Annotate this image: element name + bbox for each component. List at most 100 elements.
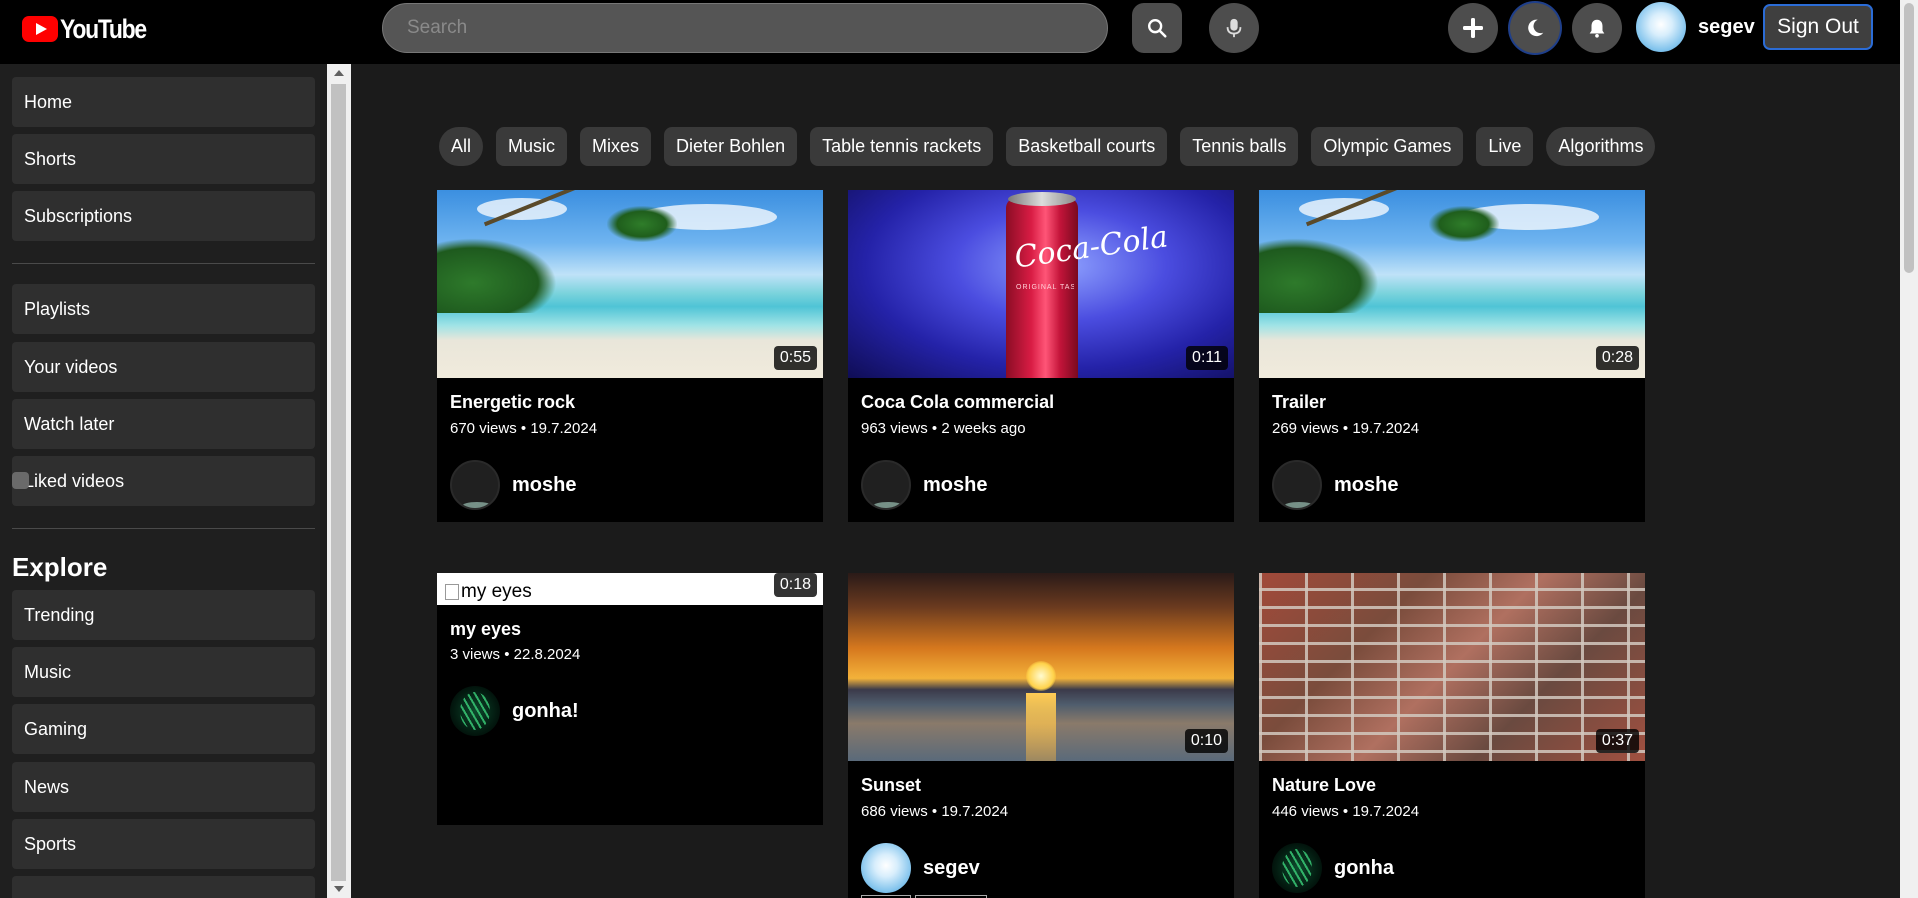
channel-name[interactable]: moshe xyxy=(512,474,576,497)
video-card[interactable]: 0:28 Trailer 269 views • 19.7.2024 moshe xyxy=(1259,190,1645,522)
video-thumbnail[interactable]: my eyes 0:18 xyxy=(437,573,823,605)
dark-mode-toggle[interactable] xyxy=(1510,3,1560,53)
sidebar-item-trending[interactable]: Trending xyxy=(12,590,315,640)
video-title[interactable]: Coca Cola commercial xyxy=(861,392,1054,413)
moon-icon xyxy=(1528,19,1544,37)
scroll-down-arrow-icon[interactable] xyxy=(334,886,344,892)
page-scrollbar[interactable] xyxy=(1900,0,1918,898)
channel-name[interactable]: moshe xyxy=(1334,474,1398,497)
video-title[interactable]: Sunset xyxy=(861,775,921,796)
chip-all[interactable]: All xyxy=(439,127,484,166)
channel-name[interactable]: gonha xyxy=(1334,857,1394,880)
explore-heading: Explore xyxy=(12,552,108,582)
search-button[interactable] xyxy=(1132,3,1182,53)
channel-avatar[interactable] xyxy=(1272,843,1322,893)
sidebar-item-gaming[interactable]: Gaming xyxy=(12,704,315,754)
video-views: 963 views xyxy=(861,420,928,437)
video-views: 269 views xyxy=(1272,420,1339,437)
video-meta: 3 views • 22.8.2024 xyxy=(450,646,580,663)
thumb-can-subtext: ORIGINAL TASTE xyxy=(1016,284,1074,291)
chip-algorithms[interactable]: Algorithms xyxy=(1546,127,1656,166)
video-duration: 0:18 xyxy=(773,573,817,597)
meta-separator: • xyxy=(520,420,527,437)
sign-out-button[interactable]: Sign Out xyxy=(1763,4,1873,50)
video-card[interactable]: 0:55 Energetic rock 670 views • 19.7.202… xyxy=(437,190,823,522)
sidebar-item-your-videos[interactable]: Your videos xyxy=(12,342,315,392)
video-title[interactable]: my eyes xyxy=(450,619,521,640)
search-icon xyxy=(1148,19,1167,38)
sidebar-divider xyxy=(12,263,315,264)
video-title[interactable]: Nature Love xyxy=(1272,775,1376,796)
sidebar-item-home[interactable]: Home xyxy=(12,77,315,127)
video-card[interactable]: 0:37 Nature Love 446 views • 19.7.2024 g… xyxy=(1259,573,1645,898)
video-meta: 686 views • 19.7.2024 xyxy=(861,803,1008,820)
channel-name[interactable]: moshe xyxy=(923,474,987,497)
sidebar-item-playlists[interactable]: Playlists xyxy=(12,284,315,334)
sidebar-item-shorts[interactable]: Shorts xyxy=(12,134,315,184)
sidebar-item-partial[interactable] xyxy=(12,876,315,898)
logo-text: YouTube xyxy=(60,13,147,44)
chip-mixes[interactable]: Mixes xyxy=(580,127,652,166)
sidebar-item-news[interactable]: News xyxy=(12,762,315,812)
video-meta: 670 views • 19.7.2024 xyxy=(450,420,597,437)
chip-table-tennis-rackets[interactable]: Table tennis rackets xyxy=(810,127,994,166)
video-views: 3 views xyxy=(450,646,501,663)
video-thumbnail[interactable]: Coca-Cola ORIGINAL TASTE 0:11 xyxy=(848,190,1234,378)
sidebar-item-liked-videos[interactable]: Liked videos xyxy=(12,456,315,506)
video-date: 19.7.2024 xyxy=(1352,803,1420,820)
chip-live[interactable]: Live xyxy=(1476,127,1534,166)
chip-dieter-bohlen[interactable]: Dieter Bohlen xyxy=(664,127,798,166)
channel-name[interactable]: gonha! xyxy=(512,700,579,723)
chip-basketball-courts[interactable]: Basketball courts xyxy=(1006,127,1168,166)
sidebar-item-label: Subscriptions xyxy=(24,205,133,226)
thumb-sun-reflection xyxy=(1026,693,1056,761)
video-thumbnail[interactable]: 0:10 xyxy=(848,573,1234,761)
channel-avatar[interactable] xyxy=(450,460,500,510)
video-date: 19.7.2024 xyxy=(941,803,1009,820)
channel-avatar[interactable] xyxy=(1272,460,1322,510)
thumb-sun xyxy=(1026,661,1056,691)
sidebar-item-sports[interactable]: Sports xyxy=(12,819,315,869)
thumbnail-alt-text: my eyes xyxy=(461,581,532,602)
meta-separator: • xyxy=(931,803,938,820)
meta-separator: • xyxy=(504,646,510,663)
channel-avatar[interactable] xyxy=(450,686,500,736)
sidebar-item-music[interactable]: Music xyxy=(12,647,315,697)
meta-separator: • xyxy=(931,420,938,437)
meta-separator: • xyxy=(1342,420,1349,437)
sidebar-scrollbar[interactable] xyxy=(327,64,351,898)
video-card[interactable]: 0:10 Sunset 686 views • 19.7.2024 segev xyxy=(848,573,1234,898)
sidebar-scroll-thumb[interactable] xyxy=(331,84,346,881)
top-bar: YouTube segev Sign Out xyxy=(0,0,1900,64)
video-card[interactable]: Coca-Cola ORIGINAL TASTE 0:11 Coca Cola … xyxy=(848,190,1234,522)
liked-checkbox-icon xyxy=(12,472,29,489)
sidebar-item-label: Home xyxy=(24,91,73,112)
video-title[interactable]: Trailer xyxy=(1272,392,1326,413)
voice-search-button[interactable] xyxy=(1209,3,1259,53)
youtube-logo[interactable]: YouTube xyxy=(22,14,161,44)
video-date: 2 weeks ago xyxy=(941,420,1026,437)
video-card[interactable]: my eyes 0:18 my eyes 3 views • 22.8.2024… xyxy=(437,573,823,825)
video-thumbnail[interactable]: 0:55 xyxy=(437,190,823,378)
channel-avatar[interactable] xyxy=(861,460,911,510)
sidebar-item-label: Watch later xyxy=(24,413,115,434)
page-scroll-thumb[interactable] xyxy=(1904,3,1914,273)
plus-icon xyxy=(1463,18,1483,38)
notifications-button[interactable] xyxy=(1572,3,1622,53)
channel-avatar[interactable] xyxy=(861,843,911,893)
user-avatar[interactable] xyxy=(1636,2,1686,52)
video-duration: 0:10 xyxy=(1184,729,1228,753)
create-button[interactable] xyxy=(1448,3,1498,53)
chip-tennis-balls[interactable]: Tennis balls xyxy=(1180,127,1299,166)
video-thumbnail[interactable]: 0:37 xyxy=(1259,573,1645,761)
sidebar-item-subscriptions[interactable]: Subscriptions xyxy=(12,191,315,241)
channel-name[interactable]: segev xyxy=(923,857,980,880)
sidebar-item-watch-later[interactable]: Watch later xyxy=(12,399,315,449)
chip-olympic-games[interactable]: Olympic Games xyxy=(1311,127,1464,166)
sidebar-item-label: Your videos xyxy=(24,356,118,377)
scroll-up-arrow-icon[interactable] xyxy=(334,70,344,76)
video-title[interactable]: Energetic rock xyxy=(450,392,575,413)
chip-music[interactable]: Music xyxy=(496,127,568,166)
video-thumbnail[interactable]: 0:28 xyxy=(1259,190,1645,378)
search-input[interactable] xyxy=(382,3,1108,53)
